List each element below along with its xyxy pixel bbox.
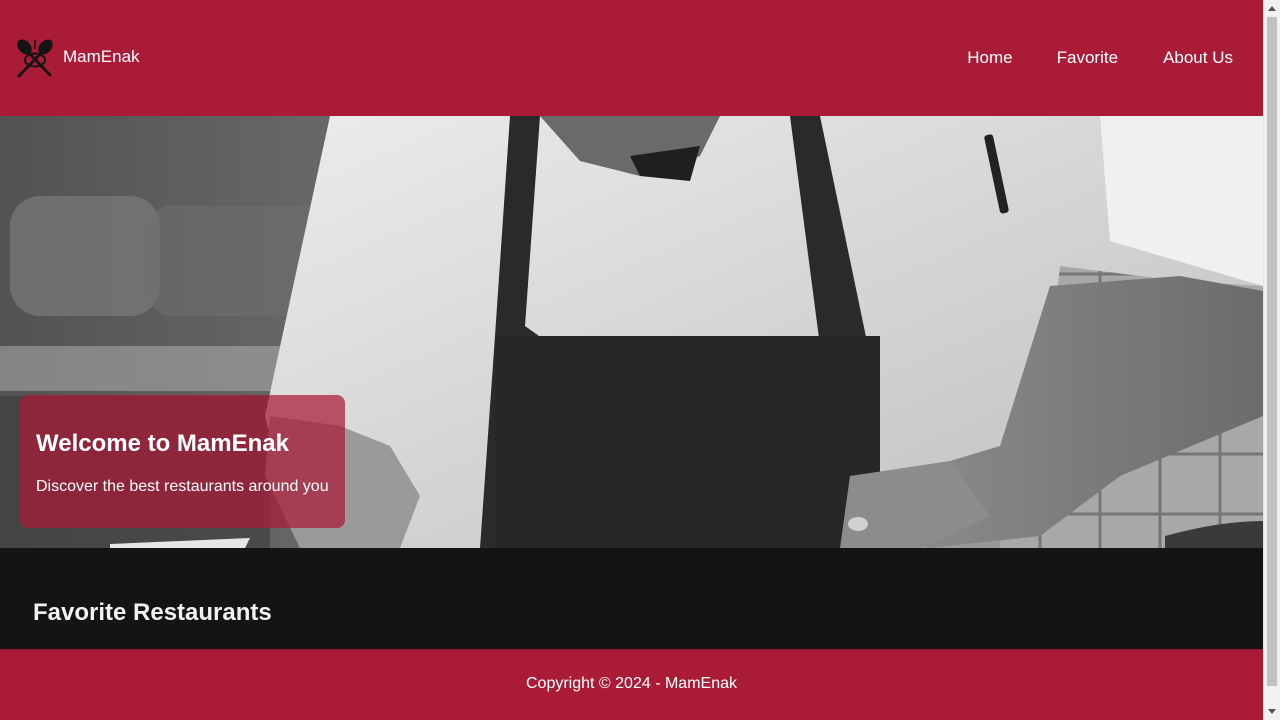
scroll-down-arrow-icon[interactable] xyxy=(1264,703,1280,720)
vertical-scrollbar[interactable] xyxy=(1263,0,1280,720)
nav-home-link[interactable]: Home xyxy=(946,36,1035,80)
scroll-up-arrow-icon[interactable] xyxy=(1264,0,1280,17)
page: MamEnak Home Favorite About Us Welcome t… xyxy=(0,0,1263,720)
scrollbar-thumb[interactable] xyxy=(1267,17,1277,686)
app-bar: MamEnak Home Favorite About Us xyxy=(0,0,1263,116)
nav-favorite-link[interactable]: Favorite xyxy=(1036,36,1139,80)
hero-subtitle: Discover the best restaurants around you xyxy=(36,478,329,495)
section-title: Favorite Restaurants xyxy=(33,599,272,626)
main-content: Favorite Restaurants xyxy=(0,548,1263,649)
brand-name: MamEnak xyxy=(63,47,140,66)
hero-title: Welcome to MamEnak xyxy=(36,430,289,457)
footer: Copyright © 2024 - MamEnak xyxy=(0,649,1263,720)
hero-banner: Welcome to MamEnak Discover the best res… xyxy=(0,116,1263,548)
hero-card: Welcome to MamEnak Discover the best res… xyxy=(20,395,345,528)
crossed-spoon-fork-icon xyxy=(17,39,53,78)
brand-link[interactable]: MamEnak xyxy=(14,36,140,80)
nav-about-link[interactable]: About Us xyxy=(1139,36,1255,80)
main-nav: Home Favorite About Us xyxy=(946,36,1255,80)
footer-copyright: Copyright © 2024 - MamEnak xyxy=(526,675,737,692)
